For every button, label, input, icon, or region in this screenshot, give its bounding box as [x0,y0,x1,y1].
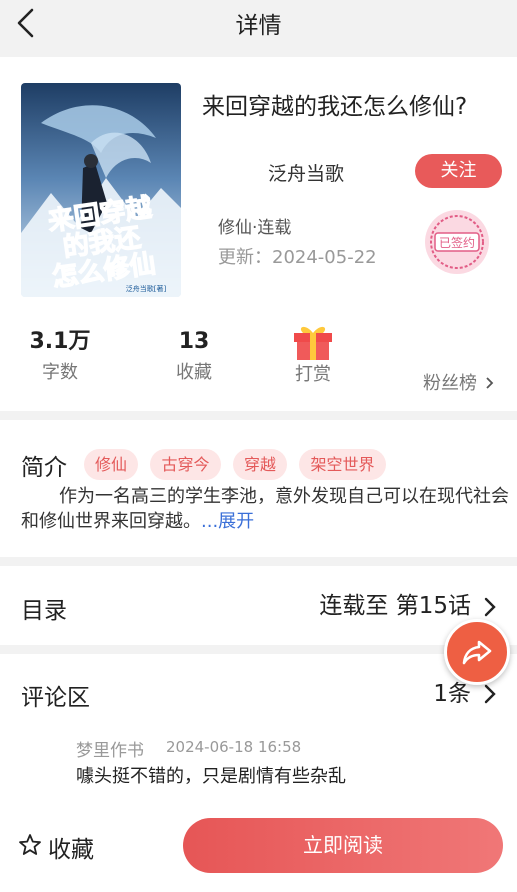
update-date: 更新：2024-05-22 [218,247,377,268]
tag-item[interactable]: 古穿今 [150,449,221,480]
fans-ranking-link[interactable]: 粉丝榜 [423,369,495,395]
tip-label: 打赏 [295,364,331,385]
comment-timestamp: 2024-06-18 16:58 [166,738,302,756]
intro-section: 简介 修仙 古穿今 穿越 架空世界 作为一名高三的学生李池，意外发现自己可以在现… [0,420,517,557]
favorites-label: 收藏 [176,362,212,383]
follow-button[interactable]: 关注 [415,154,502,188]
words-label: 字数 [42,362,78,383]
favorites-value: 13 [178,329,210,354]
top-bar: 详情 [0,0,517,52]
signed-stamp-label: 已签约 [439,235,475,250]
tip-button[interactable]: 打赏 [286,326,340,387]
author-name[interactable]: 泛舟当歌 [268,159,344,186]
fans-ranking-label: 粉丝榜 [423,373,477,394]
intro-body: 作为一名高三的学生李池，意外发现自己可以在现代社会和修仙世界来回穿越。 [21,486,509,532]
tag-item[interactable]: 修仙 [84,449,138,480]
share-icon [462,640,492,665]
comment-text: 噱头挺不错的，只是剧情有些杂乱 [76,766,346,787]
gift-icon [294,326,332,360]
read-now-button[interactable]: 立即阅读 [183,818,503,873]
comments-section: 评论区 1条 梦里作书 2024-06-18 16:58 噱头挺不错的，只是剧情… [0,654,517,804]
collect-label: 收藏 [48,837,94,863]
book-info-card: 来回穿越 的我还 怎么修仙 泛舟当歌[著] 来回穿越的我还怎么修仙? 泛舟当歌 … [0,57,517,411]
book-title: 来回穿越的我还怎么修仙? [202,94,468,120]
comment-username: 梦里作书 [76,741,144,761]
toc-label: 目录 [21,598,67,624]
tag-item[interactable]: 穿越 [233,449,287,480]
share-button[interactable] [444,619,510,685]
cover-author: 泛舟当歌[著] [126,284,167,293]
intro-title: 简介 [21,455,67,481]
genre-status: 修仙·连载 [218,218,292,238]
bottom-action-bar: 收藏 立即阅读 [0,804,517,892]
words-value: 3.1万 [29,329,91,354]
star-icon [19,834,41,855]
toc-row[interactable]: 目录 连载至 第15话 [0,566,517,645]
chevron-right-icon [484,597,496,617]
stat-favorites: 13 收藏 [165,327,223,385]
stat-words: 3.1万 字数 [26,327,94,385]
chevron-right-icon [486,377,494,389]
book-cover[interactable]: 来回穿越 的我还 怎么修仙 泛舟当歌[著] [21,83,181,297]
intro-text: 作为一名高三的学生李池，意外发现自己可以在现代社会和修仙世界来回穿越。...展开 [21,484,511,534]
chevron-right-icon [484,684,496,704]
expand-link[interactable]: ...展开 [201,511,254,532]
toc-status: 连载至 第15话 [319,593,471,619]
comments-label: 评论区 [21,685,90,711]
tag-item[interactable]: 架空世界 [299,449,386,480]
page-title: 详情 [235,13,282,39]
signed-stamp-icon: 已签约 [423,208,491,276]
